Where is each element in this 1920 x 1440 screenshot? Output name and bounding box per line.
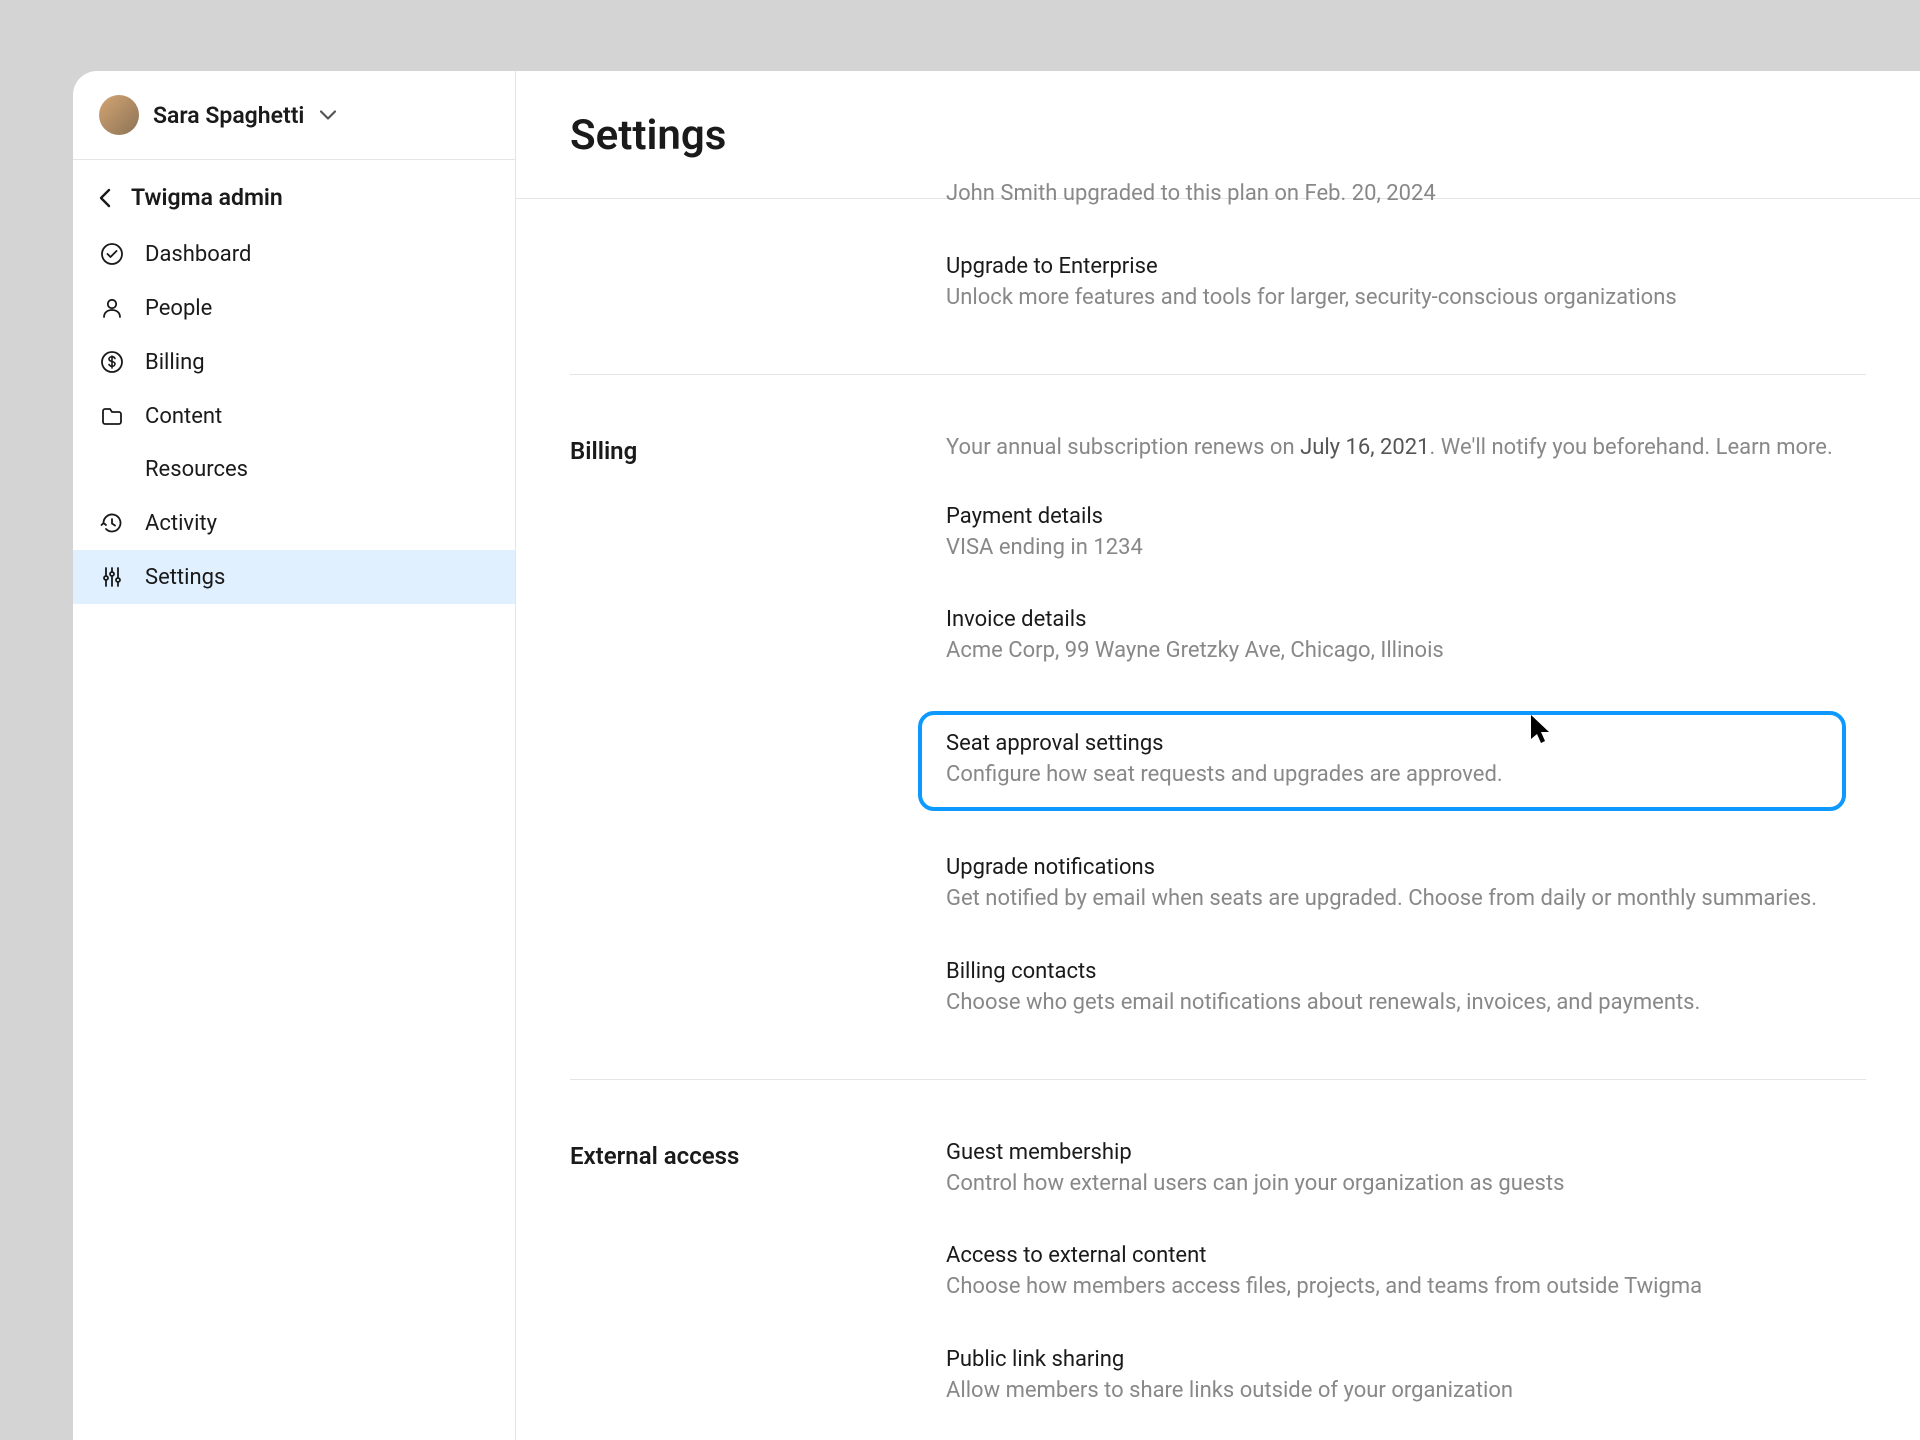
- setting-title: Billing contacts: [946, 959, 1866, 984]
- setting-desc: John Smith upgraded to this plan on Feb.…: [946, 179, 1866, 210]
- app-window: Sara Spaghetti Twigma admin Dashboard: [73, 71, 1920, 1440]
- setting-desc: Choose who gets email notifications abou…: [946, 988, 1866, 1019]
- sidebar-item-label: Resources: [145, 457, 248, 482]
- dollar-icon: [99, 349, 125, 375]
- setting-desc: Get notified by email when seats are upg…: [946, 884, 1866, 915]
- sidebar-item-settings[interactable]: Settings: [73, 550, 515, 604]
- setting-item-seat-approval[interactable]: Seat approval settings Configure how sea…: [918, 711, 1846, 811]
- sidebar-item-resources[interactable]: Resources: [73, 443, 515, 496]
- setting-item-guest-membership[interactable]: Guest membership Control how external us…: [946, 1140, 1866, 1200]
- person-icon: [99, 295, 125, 321]
- sidebar-item-label: Activity: [145, 511, 217, 536]
- setting-title: Public link sharing: [946, 1347, 1866, 1372]
- sidebar-item-people[interactable]: People: [73, 281, 515, 335]
- sidebar-item-label: People: [145, 296, 212, 321]
- setting-item-upgrade-notifications[interactable]: Upgrade notifications Get notified by em…: [946, 855, 1866, 915]
- setting-item-billing-contacts[interactable]: Billing contacts Choose who gets email n…: [946, 959, 1866, 1019]
- setting-desc: VISA ending in 1234: [946, 533, 1866, 564]
- setting-item-upgrade-enterprise[interactable]: Upgrade to Enterprise Unlock more featur…: [946, 254, 1866, 314]
- setting-desc: Configure how seat requests and upgrades…: [946, 760, 1818, 791]
- sidebar-item-label: Dashboard: [145, 242, 251, 267]
- setting-item-payment-details[interactable]: Payment details VISA ending in 1234: [946, 504, 1866, 564]
- setting-item-public-link-sharing[interactable]: Public link sharing Allow members to sha…: [946, 1347, 1866, 1407]
- user-menu[interactable]: Sara Spaghetti: [73, 71, 515, 160]
- setting-item-invoice-details[interactable]: Invoice details Acme Corp, 99 Wayne Gret…: [946, 607, 1866, 667]
- sidebar-item-activity[interactable]: Activity: [73, 496, 515, 550]
- setting-title: Guest membership: [946, 1140, 1866, 1165]
- section-plan-tail: John Smith upgraded to this plan on Feb.…: [570, 199, 1866, 375]
- section-label: External access: [570, 1142, 946, 1170]
- folder-icon: [99, 403, 125, 429]
- sidebar-item-dashboard[interactable]: Dashboard: [73, 227, 515, 281]
- section-billing: Billing Your annual subscription renews …: [570, 375, 1866, 1080]
- sidebar-item-label: Billing: [145, 350, 205, 375]
- page-title: Settings: [570, 111, 1866, 160]
- main-content: Settings John Smith upgraded to this pla…: [516, 71, 1920, 1440]
- setting-desc: Unlock more features and tools for large…: [946, 283, 1866, 314]
- check-circle-icon: [99, 241, 125, 267]
- setting-item[interactable]: John Smith upgraded to this plan on Feb.…: [946, 179, 1866, 210]
- setting-title: Seat approval settings: [946, 731, 1818, 756]
- sidebar: Sara Spaghetti Twigma admin Dashboard: [73, 71, 516, 1440]
- setting-desc: Choose how members access files, project…: [946, 1272, 1866, 1303]
- setting-desc: Allow members to share links outside of …: [946, 1376, 1866, 1407]
- user-name: Sara Spaghetti: [153, 102, 304, 129]
- avatar: [99, 95, 139, 135]
- section-external-access: External access Guest membership Control…: [570, 1080, 1866, 1440]
- sidebar-item-label: Content: [145, 404, 222, 429]
- setting-desc: Control how external users can join your…: [946, 1169, 1866, 1200]
- section-label: Billing: [570, 437, 946, 465]
- setting-title: Access to external content: [946, 1243, 1866, 1268]
- setting-title: Invoice details: [946, 607, 1866, 632]
- back-to-admin[interactable]: Twigma admin: [73, 160, 515, 227]
- admin-title: Twigma admin: [131, 184, 283, 211]
- setting-title: Upgrade to Enterprise: [946, 254, 1866, 279]
- setting-desc: Acme Corp, 99 Wayne Gretzky Ave, Chicago…: [946, 636, 1866, 667]
- sidebar-item-content[interactable]: Content: [73, 389, 515, 443]
- sliders-icon: [99, 564, 125, 590]
- nav-list: Dashboard People Billing Content: [73, 227, 515, 604]
- chevron-left-icon: [99, 188, 111, 208]
- renewal-notice: Your annual subscription renews on July …: [946, 435, 1866, 460]
- history-icon: [99, 510, 125, 536]
- sidebar-item-billing[interactable]: Billing: [73, 335, 515, 389]
- learn-more-link[interactable]: Learn more.: [1716, 435, 1833, 460]
- setting-title: Payment details: [946, 504, 1866, 529]
- setting-title: Upgrade notifications: [946, 855, 1866, 880]
- sidebar-item-label: Settings: [145, 565, 225, 590]
- settings-scroll[interactable]: John Smith upgraded to this plan on Feb.…: [516, 199, 1920, 1440]
- chevron-down-icon: [320, 110, 336, 120]
- setting-item-external-content[interactable]: Access to external content Choose how me…: [946, 1243, 1866, 1303]
